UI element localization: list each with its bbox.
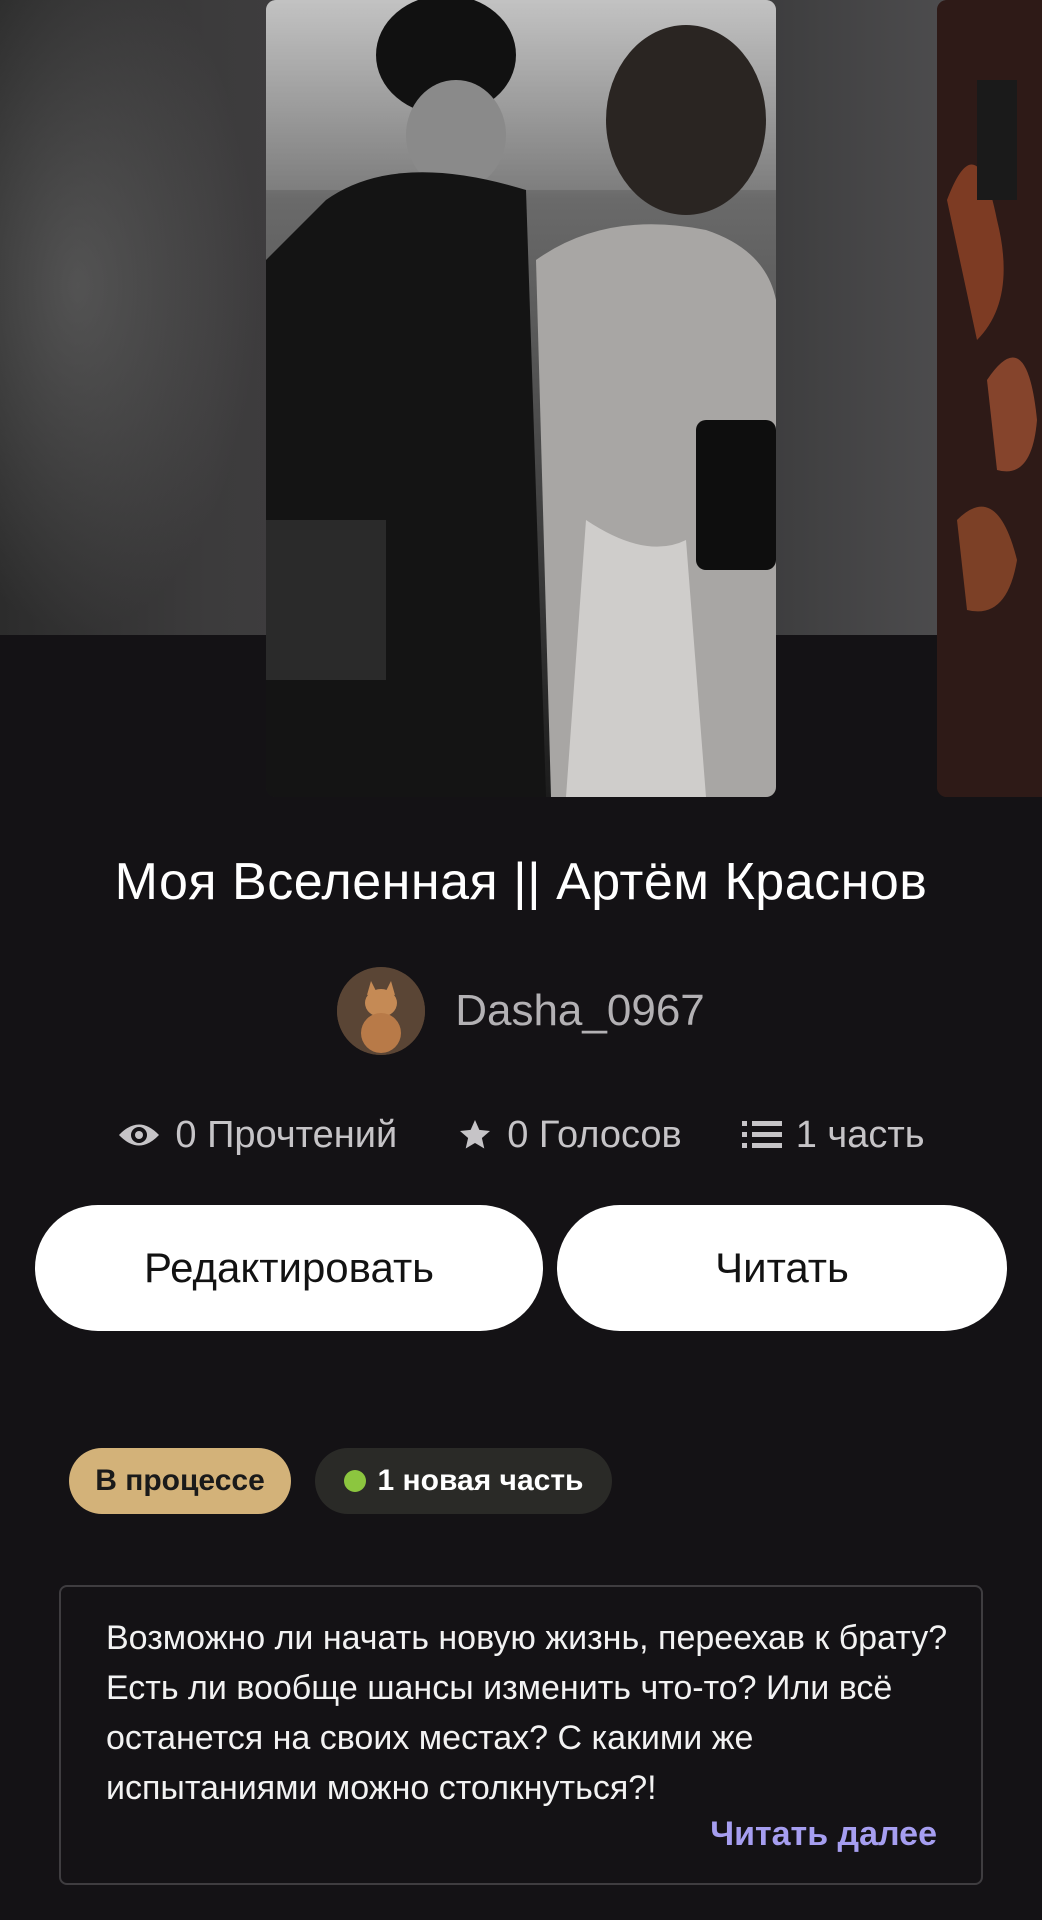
description-box[interactable]: Возможно ли начать новую жизнь, переехав… <box>59 1585 983 1885</box>
eye-icon <box>117 1120 161 1150</box>
edit-button[interactable]: Редактировать <box>35 1205 543 1331</box>
star-icon <box>457 1117 493 1153</box>
author-row[interactable]: Dasha_0967 <box>0 966 1042 1056</box>
author-avatar[interactable] <box>337 967 426 1055</box>
next-story-cover-image[interactable] <box>937 0 1042 797</box>
new-parts-badge: 1 новая часть <box>315 1448 612 1514</box>
description-text: Возможно ли начать новую жизнь, переехав… <box>106 1619 948 1807</box>
read-more-link[interactable]: Читать далее <box>710 1815 937 1854</box>
new-parts-label: 1 новая часть <box>377 1464 584 1497</box>
votes-stat: 0 Голосов <box>457 1114 682 1157</box>
parts-count: 1 часть <box>795 1113 925 1156</box>
list-icon <box>741 1119 782 1151</box>
author-name[interactable]: Dasha_0967 <box>455 986 705 1036</box>
read-button[interactable]: Читать <box>557 1205 1007 1331</box>
reads-count: 0 Прочтений <box>175 1113 398 1156</box>
votes-count: 0 Голосов <box>507 1113 682 1156</box>
new-indicator-dot <box>343 1470 366 1492</box>
reads-stat: 0 Прочтений <box>117 1114 397 1157</box>
status-badge: В процессе <box>69 1448 291 1514</box>
story-title: Моя Вселенная || Артём Краснов <box>114 853 928 911</box>
parts-stat: 1 часть <box>741 1113 925 1157</box>
story-cover-image[interactable] <box>266 0 776 797</box>
story-stats: 0 Прочтений 0 Голосов 1 часть <box>0 1105 1042 1165</box>
